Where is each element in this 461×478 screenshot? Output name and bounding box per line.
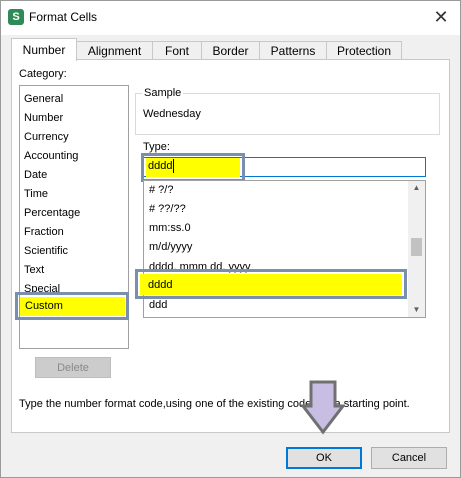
tab-border[interactable]: Border [201, 41, 260, 60]
category-item-general[interactable]: General [24, 93, 63, 105]
ok-button[interactable]: OK [286, 447, 362, 469]
category-item-number[interactable]: Number [24, 112, 63, 124]
category-item-scientific[interactable]: Scientific [24, 245, 68, 257]
category-item-custom[interactable]: Custom [25, 300, 63, 312]
category-item-text[interactable]: Text [24, 264, 44, 276]
tab-protection[interactable]: Protection [326, 41, 402, 60]
type-input-value: dddd [148, 160, 173, 172]
text-caret [173, 159, 174, 173]
format-item[interactable]: m/d/yyyy [149, 241, 192, 253]
sample-label: Sample [142, 87, 184, 99]
app-icon: S [8, 9, 24, 25]
category-item-accounting[interactable]: Accounting [24, 150, 78, 162]
category-label: Category: [19, 68, 67, 80]
sample-value: Wednesday [143, 108, 201, 120]
down-arrow-annotation-icon [301, 380, 345, 435]
format-item-selected[interactable]: dddd [148, 279, 172, 291]
tab-patterns[interactable]: Patterns [259, 41, 327, 60]
category-item-currency[interactable]: Currency [24, 131, 69, 143]
tab-alignment[interactable]: Alignment [76, 41, 153, 60]
title-bar: S Format Cells ✕ [1, 1, 460, 35]
dialog-title: Format Cells [29, 10, 98, 24]
format-list-scrollbar[interactable]: ▲ ▼ [408, 181, 425, 317]
scroll-up-icon[interactable]: ▲ [408, 181, 425, 195]
scrollbar-thumb[interactable] [411, 238, 422, 256]
format-item[interactable]: # ??/?? [149, 203, 186, 215]
format-item[interactable]: ddd [149, 299, 167, 311]
format-cells-dialog: S Format Cells ✕ Number Alignment Font B… [0, 0, 461, 478]
category-item-percentage[interactable]: Percentage [24, 207, 80, 219]
delete-button[interactable]: Delete [35, 357, 111, 378]
scroll-down-icon[interactable]: ▼ [408, 303, 425, 317]
close-icon[interactable]: ✕ [430, 6, 452, 28]
category-item-time[interactable]: Time [24, 188, 48, 200]
type-label: Type: [143, 141, 170, 153]
format-annotation-box [135, 269, 407, 299]
app-icon-letter: S [12, 11, 20, 23]
format-item[interactable]: # ?/? [149, 184, 173, 196]
format-item[interactable]: mm:ss.0 [149, 222, 191, 234]
tab-number[interactable]: Number [11, 38, 77, 61]
cancel-button[interactable]: Cancel [371, 447, 447, 469]
format-description: Type the number format code,using one of… [19, 398, 410, 410]
tab-font[interactable]: Font [152, 41, 202, 60]
category-item-date[interactable]: Date [24, 169, 47, 181]
category-item-fraction[interactable]: Fraction [24, 226, 64, 238]
